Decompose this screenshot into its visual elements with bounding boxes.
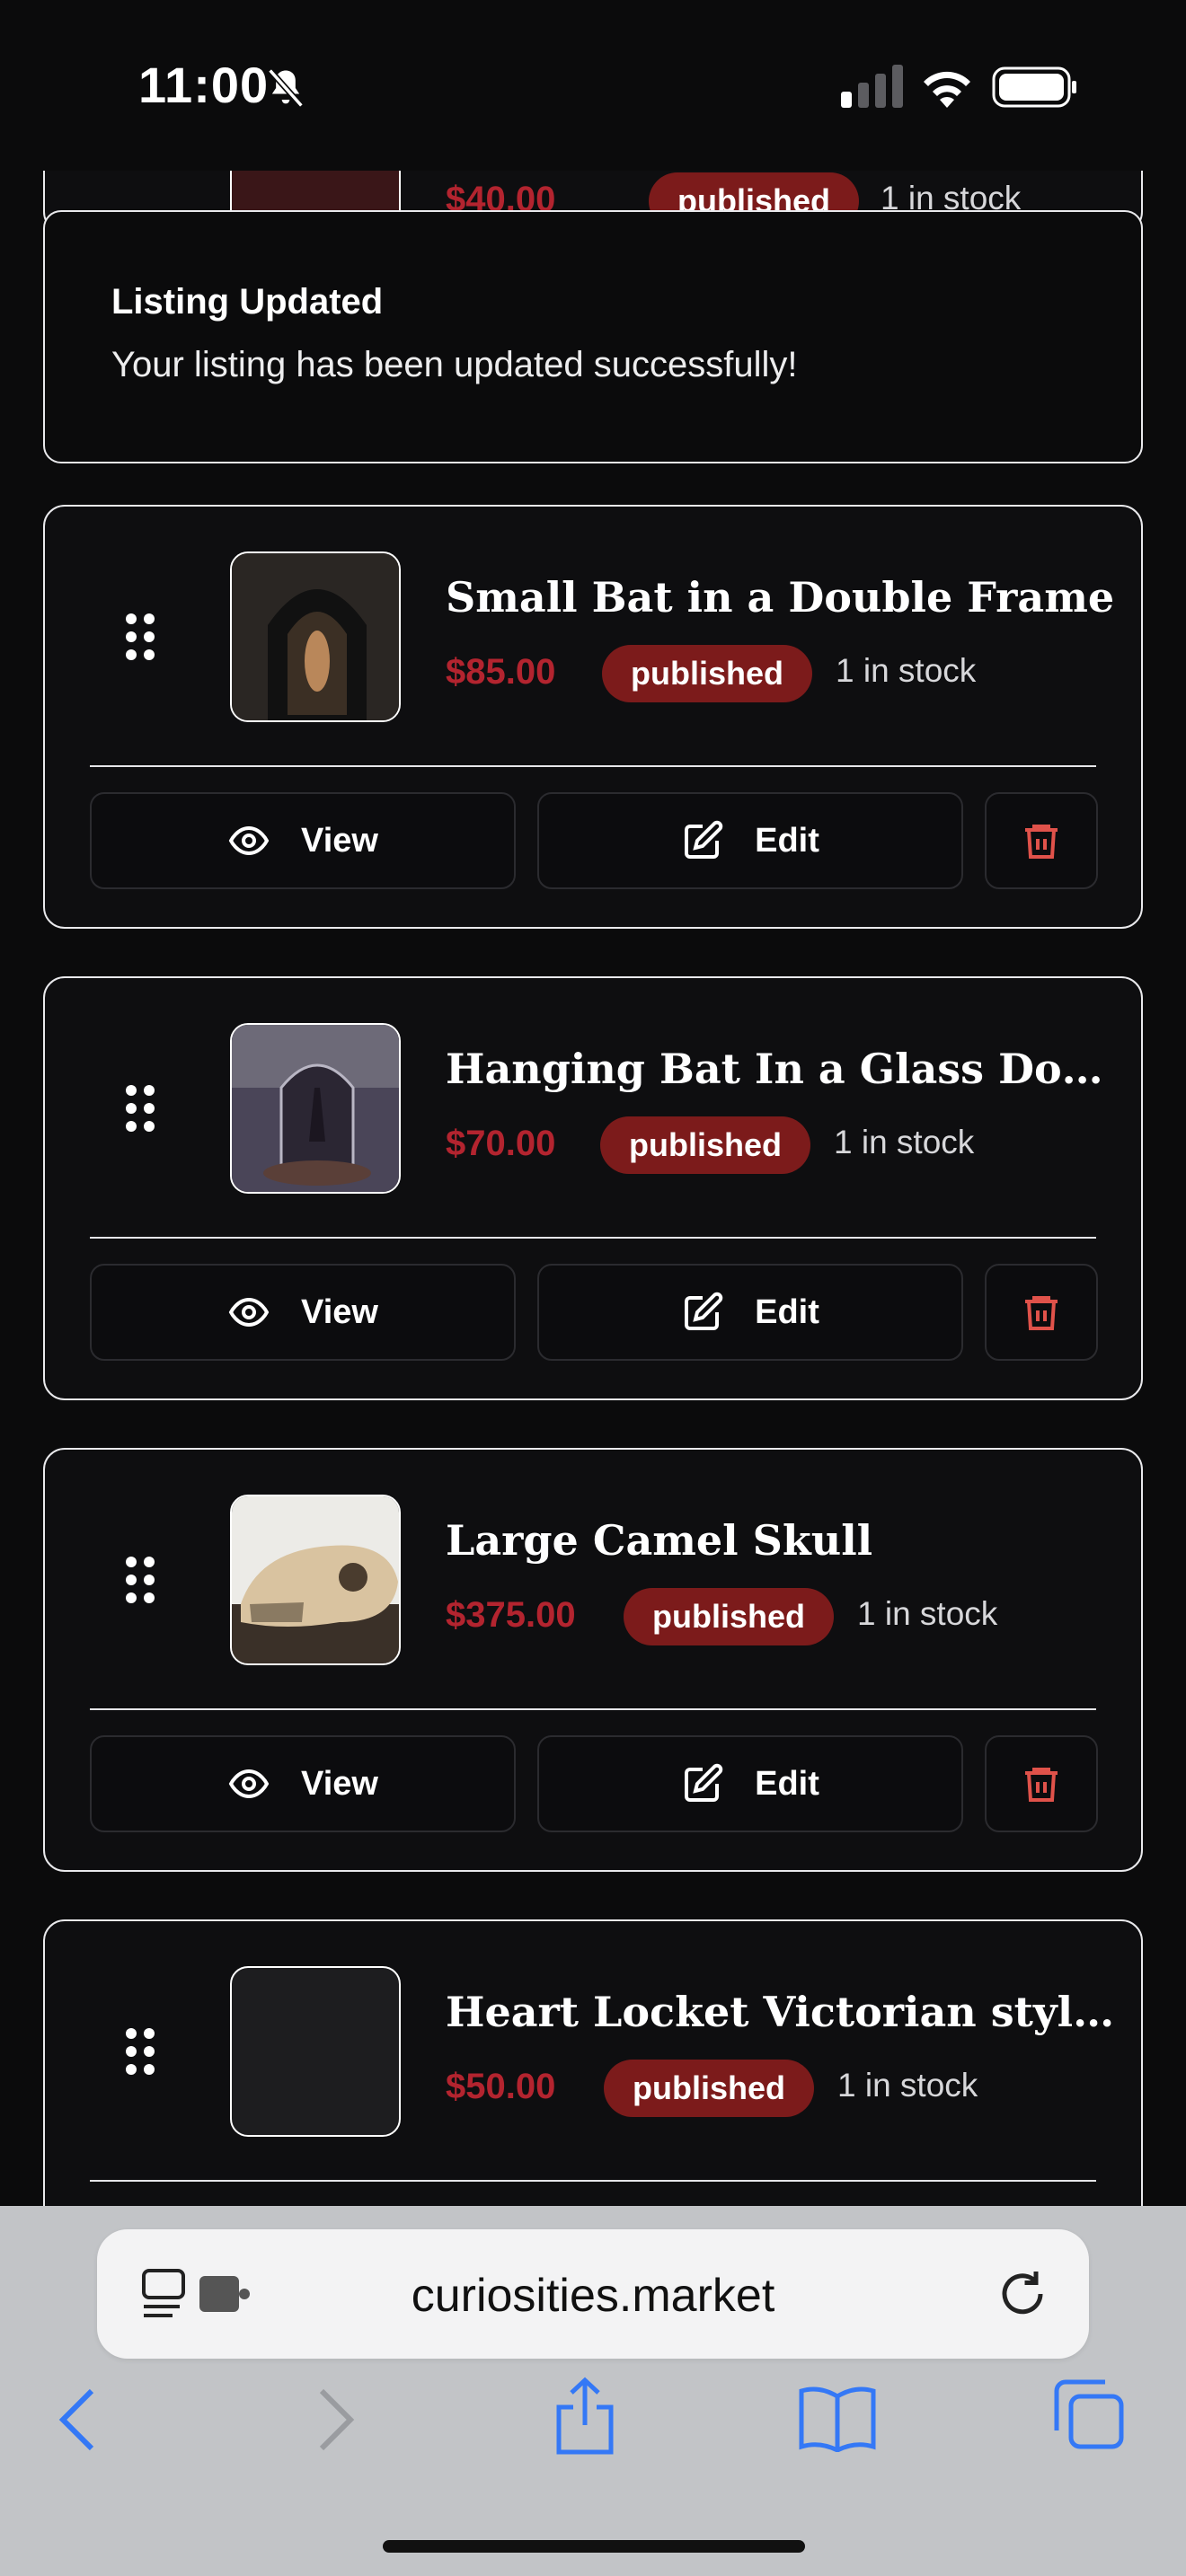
- url-text[interactable]: curiosities.market: [97, 2269, 1089, 2323]
- drag-handle-icon[interactable]: [124, 613, 156, 661]
- listing-title[interactable]: Small Bat in a Double Frame: [446, 573, 1128, 622]
- listing-thumbnail[interactable]: [230, 1495, 401, 1665]
- share-icon[interactable]: [553, 2375, 616, 2457]
- eye-icon: [228, 825, 270, 856]
- stock-count: 1 in stock: [834, 1124, 975, 1160]
- listing-thumbnail[interactable]: [230, 551, 401, 722]
- wifi-icon: [924, 71, 970, 108]
- listing-price: $50.00: [446, 2067, 556, 2106]
- tabs-icon[interactable]: [1053, 2378, 1125, 2450]
- edit-button[interactable]: Edit: [537, 1264, 963, 1361]
- trash-icon: [1025, 1768, 1058, 1802]
- view-button[interactable]: View: [90, 1735, 516, 1832]
- listing-price: $70.00: [446, 1124, 556, 1163]
- forward-icon[interactable]: [314, 2384, 358, 2456]
- address-bar[interactable]: curiosities.market: [97, 2229, 1089, 2359]
- edit-button[interactable]: Edit: [537, 1735, 963, 1832]
- drag-handle-icon[interactable]: [124, 2027, 156, 2076]
- bell-muted-icon: [268, 68, 304, 108]
- toast-message: Your listing has been updated successful…: [111, 345, 798, 384]
- stock-count: 1 in stock: [837, 2067, 978, 2104]
- toast-notification: Listing Updated Your listing has been up…: [43, 210, 1143, 463]
- divider: [90, 765, 1096, 767]
- status-badge: published: [604, 2060, 814, 2117]
- divider: [90, 1708, 1096, 1710]
- listing-title[interactable]: Large Camel Skull: [446, 1516, 1128, 1565]
- edit-label: Edit: [755, 1764, 819, 1803]
- battery-icon: [992, 66, 1076, 108]
- listing-card: Large Camel Skull $375.00 published 1 in…: [43, 1448, 1143, 1872]
- listing-thumbnail-placeholder[interactable]: [230, 1966, 401, 2137]
- reload-icon[interactable]: [996, 2267, 1049, 2321]
- edit-icon: [685, 1292, 723, 1330]
- edit-label: Edit: [755, 1292, 819, 1331]
- clock: 11:00: [138, 57, 270, 113]
- status-badge: published: [602, 645, 812, 702]
- bat-frame-image: [232, 553, 399, 720]
- edit-icon: [685, 820, 723, 859]
- view-label: View: [301, 1764, 378, 1803]
- browser-toolbar: curiosities.market: [0, 2206, 1186, 2576]
- listing-card: Small Bat in a Double Frame $85.00 publi…: [43, 505, 1143, 929]
- eye-icon: [228, 1769, 270, 1799]
- delete-button[interactable]: [985, 1264, 1098, 1361]
- edit-icon: [685, 1763, 723, 1802]
- edit-button[interactable]: Edit: [537, 792, 963, 889]
- status-bar: 11:00: [0, 0, 1186, 171]
- edit-label: Edit: [755, 821, 819, 860]
- delete-button[interactable]: [985, 792, 1098, 889]
- camel-skull-image: [232, 1496, 399, 1663]
- listing-title[interactable]: Hanging Bat In a Glass Dome -...: [446, 1045, 1128, 1093]
- drag-handle-icon[interactable]: [124, 1556, 156, 1604]
- eye-icon: [228, 1297, 270, 1328]
- divider: [90, 1237, 1096, 1239]
- stock-count: 1 in stock: [857, 1595, 998, 1632]
- view-button[interactable]: View: [90, 1264, 516, 1361]
- back-icon[interactable]: [56, 2384, 99, 2456]
- listing-price: $375.00: [446, 1595, 576, 1635]
- status-badge: published: [624, 1588, 834, 1645]
- view-label: View: [301, 1292, 378, 1331]
- view-label: View: [301, 821, 378, 860]
- listing-card: Hanging Bat In a Glass Dome -... $70.00 …: [43, 976, 1143, 1400]
- divider: [90, 2180, 1096, 2182]
- bookmarks-icon[interactable]: [798, 2384, 877, 2452]
- listing-price: $85.00: [446, 652, 556, 692]
- stock-count: 1 in stock: [836, 652, 977, 689]
- listing-thumbnail[interactable]: [230, 1023, 401, 1194]
- delete-button[interactable]: [985, 1735, 1098, 1832]
- glass-dome-image: [232, 1025, 399, 1192]
- status-badge: published: [600, 1116, 810, 1174]
- view-button[interactable]: View: [90, 792, 516, 889]
- cellular-signal-icon: [841, 65, 903, 108]
- drag-handle-icon[interactable]: [124, 1084, 156, 1133]
- trash-icon: [1025, 1296, 1058, 1330]
- toast-title: Listing Updated: [111, 282, 384, 322]
- listing-title[interactable]: Heart Locket Victorian style - ...: [446, 1988, 1128, 2036]
- home-indicator: [383, 2540, 805, 2553]
- trash-icon: [1025, 825, 1058, 859]
